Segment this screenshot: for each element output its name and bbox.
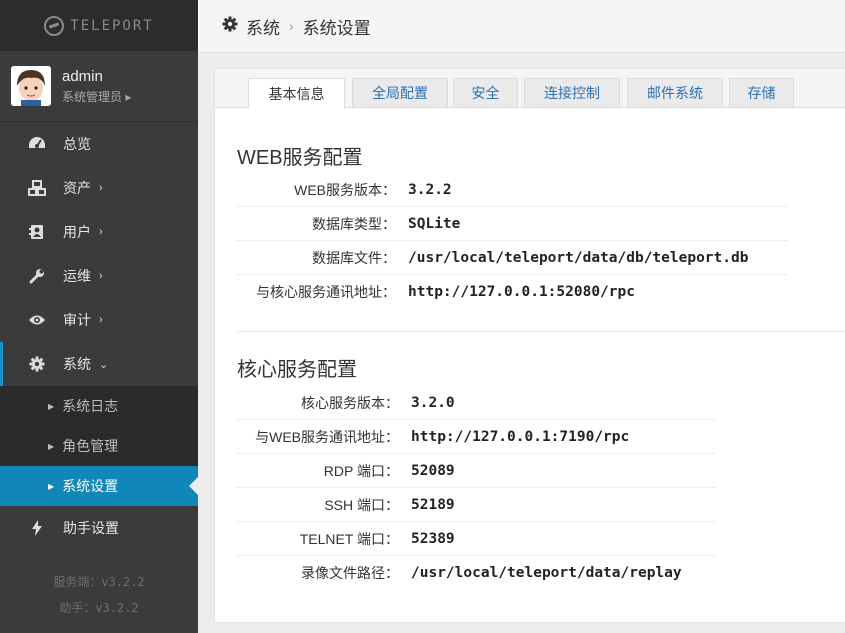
chevron-right-icon: › (99, 182, 103, 194)
gear-icon (222, 16, 238, 37)
row-label: 录像文件路径： (301, 565, 399, 581)
row-value: 3.2.2 (408, 181, 452, 198)
nav-label: 总览 (63, 136, 91, 152)
replay-path-row: 录像文件路径： /usr/local/teleport/data/replay (237, 556, 715, 590)
system-submenu: ▶ 系统日志 ▶ 角色管理 ▶ 系统设置 (0, 386, 198, 506)
nav-item-assist-settings[interactable]: 助手设置 (0, 506, 198, 550)
row-value: 52389 (411, 530, 455, 547)
tab-connection-control[interactable]: 连接控制 (524, 78, 620, 107)
address-card-icon (28, 223, 46, 241)
core-version-row: 核心服务版本： 3.2.0 (237, 386, 715, 420)
nav-label: 系统 (63, 356, 91, 372)
tab-basic-info[interactable]: 基本信息 (248, 78, 345, 108)
db-type-row: 数据库类型： SQLite (237, 207, 787, 241)
row-value: 52189 (411, 496, 455, 513)
nav-item-ops[interactable]: 运维 › (0, 254, 198, 298)
section-divider (237, 331, 845, 332)
row-label: TELNET 端口： (299, 530, 399, 547)
row-value: SQLite (408, 215, 461, 232)
cubes-icon (28, 179, 46, 197)
user-role-link[interactable]: 系统管理员 ▸ (62, 88, 131, 105)
tab-global-config[interactable]: 全局配置 (352, 78, 448, 107)
nav-label: 用户 (63, 224, 91, 240)
nav-item-assets[interactable]: 资产 › (0, 166, 198, 210)
gear-icon (28, 355, 46, 373)
nav-item-audit[interactable]: 审计 › (0, 298, 198, 342)
row-label: SSH 端口： (324, 496, 399, 513)
logo[interactable]: TELEPORT (0, 0, 198, 51)
web-rpc-row: 与WEB服务通讯地址： http://127.0.0.1:7190/rpc (237, 420, 715, 454)
row-label: 核心服务版本： (301, 394, 399, 411)
ssh-port-row: SSH 端口： 52189 (237, 488, 715, 522)
db-file-row: 数据库文件： /usr/local/teleport/data/db/telep… (237, 241, 787, 275)
chevron-right-icon: › (99, 226, 103, 238)
web-version-row: WEB服务版本： 3.2.2 (237, 173, 787, 207)
row-label: RDP 端口： (323, 462, 399, 479)
chevron-down-icon: ⌄ (99, 358, 109, 371)
row-value: 3.2.0 (411, 394, 455, 411)
telnet-port-row: TELNET 端口： 52389 (237, 522, 715, 556)
eye-icon (28, 311, 46, 329)
row-value: http://127.0.0.1:7190/rpc (411, 428, 630, 445)
subnav-role-manage[interactable]: ▶ 角色管理 (0, 426, 198, 466)
settings-tabs: 基本信息 全局配置 安全 连接控制 邮件系统 存储 (215, 69, 845, 108)
caret-right-icon: ▶ (48, 481, 55, 491)
sidebar: TELEPORT admin 系统管理员 ▸ 总览 资产 › 用户 › 运维 ›… (0, 0, 198, 633)
row-label: 与WEB服务通讯地址： (255, 428, 399, 445)
nav-item-users[interactable]: 用户 › (0, 210, 198, 254)
row-value: http://127.0.0.1:52080/rpc (408, 284, 635, 300)
subnav-label: 角色管理 (62, 438, 119, 454)
tab-storage[interactable]: 存储 (729, 78, 794, 107)
caret-right-icon: ▶ (48, 401, 55, 411)
subnav-system-log[interactable]: ▶ 系统日志 (0, 386, 198, 426)
chevron-right-icon: › (99, 270, 103, 282)
nav-label: 资产 (63, 180, 91, 196)
rdp-port-row: RDP 端口： 52089 (237, 454, 715, 488)
subnav-system-settings[interactable]: ▶ 系统设置 (0, 466, 198, 506)
subnav-label: 系统日志 (62, 398, 119, 414)
nav-label: 助手设置 (63, 520, 119, 536)
server-version: 服务端：v3.2.2 (53, 575, 145, 589)
row-value: 52089 (411, 462, 455, 479)
row-label: 数据库文件： (312, 249, 396, 266)
row-label: 与核心服务通讯地址： (256, 284, 396, 300)
row-value: /usr/local/teleport/data/db/teleport.db (408, 249, 749, 266)
user-panel[interactable]: admin 系统管理员 ▸ (0, 51, 198, 122)
assist-version: 助手：v3.2.2 (59, 601, 139, 615)
breadcrumb-separator-icon: › (289, 18, 294, 34)
nav-item-overview[interactable]: 总览 (0, 122, 198, 166)
chevron-right-icon: › (99, 314, 103, 326)
tab-mail-system[interactable]: 邮件系统 (627, 78, 723, 107)
dashboard-icon (28, 135, 46, 153)
nav-label: 审计 (63, 312, 91, 328)
web-section-title: WEB服务配置 (237, 147, 363, 169)
breadcrumb-current: 系统设置 (302, 18, 371, 38)
bolt-icon (28, 519, 46, 537)
caret-right-icon: ▶ (48, 441, 55, 451)
teleport-logo-icon (44, 15, 65, 36)
row-label: 数据库类型： (312, 215, 396, 232)
nav-label: 运维 (63, 268, 91, 284)
breadcrumb-root[interactable]: 系统 (246, 14, 280, 39)
tab-security[interactable]: 安全 (453, 78, 518, 107)
subnav-label: 系统设置 (62, 478, 119, 494)
avatar[interactable] (11, 66, 51, 106)
version-info: 服务端：v3.2.2 助手：v3.2.2 (0, 569, 198, 621)
core-section-title: 核心服务配置 (237, 359, 357, 381)
row-label: WEB服务版本： (294, 181, 396, 198)
brand-name: TELEPORT (70, 17, 154, 34)
row-value: /usr/local/teleport/data/replay (411, 565, 682, 581)
core-rpc-row: 与核心服务通讯地址： http://127.0.0.1:52080/rpc (237, 275, 787, 309)
settings-panel: 基本信息 全局配置 安全 连接控制 邮件系统 存储 WEB服务配置 WEB服务版… (214, 68, 845, 623)
breadcrumb: 系统 › 系统设置 (198, 0, 845, 53)
user-name: admin (62, 67, 103, 85)
nav-item-system[interactable]: 系统 ⌄ (0, 342, 198, 386)
wrench-icon (28, 267, 46, 285)
